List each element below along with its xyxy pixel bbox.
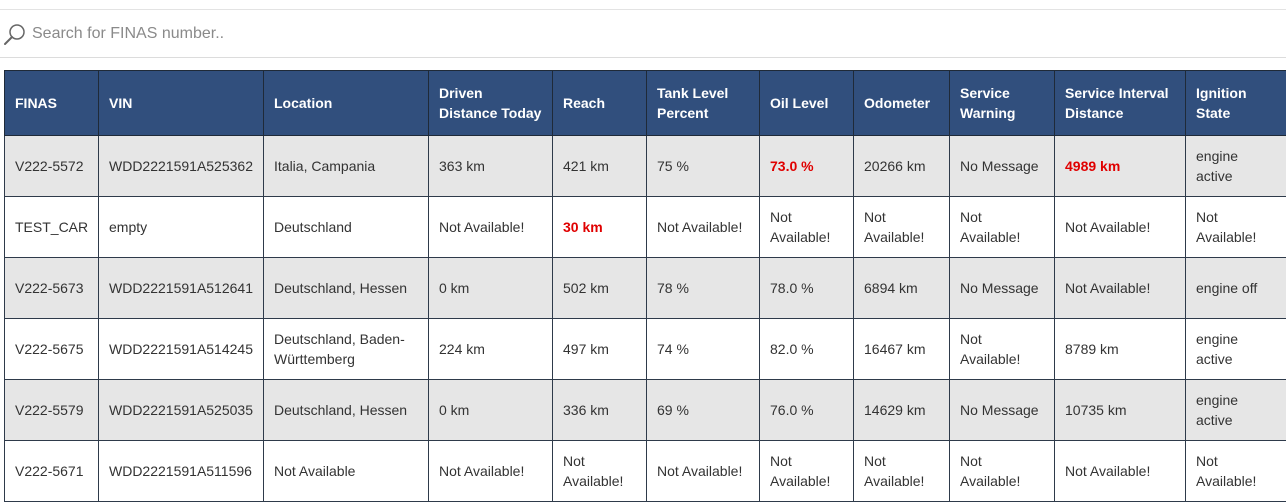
cell-ignition-state: engine active [1186, 319, 1286, 380]
cell-oil-level: 78.0 % [760, 258, 854, 319]
cell-odometer: 6894 km [854, 258, 950, 319]
cell-service-warning: Not Available! [950, 441, 1055, 502]
cell-location: Deutschland, Hessen [264, 380, 429, 441]
search-icon [2, 22, 28, 48]
cell-finas: V222-5673 [5, 258, 99, 319]
cell-tank-level-percent: Not Available! [647, 441, 760, 502]
cell-vin: WDD2221591A514245 [99, 319, 264, 380]
cell-reach: Not Available! [553, 441, 647, 502]
table-row[interactable]: TEST_CARemptyDeutschlandNot Available!30… [5, 197, 1286, 258]
cell-odometer: 16467 km [854, 319, 950, 380]
cell-driven-distance-today: 0 km [429, 380, 553, 441]
cell-vin: WDD2221591A525362 [99, 136, 264, 197]
cell-oil-level: 73.0 % [760, 136, 854, 197]
table-row[interactable]: V222-5675WDD2221591A514245Deutschland, B… [5, 319, 1286, 380]
cell-finas: V222-5572 [5, 136, 99, 197]
cell-odometer: 20266 km [854, 136, 950, 197]
cell-service-interval-distance: Not Available! [1055, 197, 1186, 258]
cell-service-warning: No Message [950, 258, 1055, 319]
table-row[interactable]: V222-5572WDD2221591A525362Italia, Campan… [5, 136, 1286, 197]
cell-reach: 336 km [553, 380, 647, 441]
cell-vin: WDD2221591A512641 [99, 258, 264, 319]
cell-reach: 421 km [553, 136, 647, 197]
cell-service-warning: No Message [950, 136, 1055, 197]
cell-driven-distance-today: 0 km [429, 258, 553, 319]
header-driven-distance-today[interactable]: Driven Distance Today [429, 71, 553, 136]
cell-tank-level-percent: 74 % [647, 319, 760, 380]
cell-service-interval-distance: Not Available! [1055, 258, 1186, 319]
table-row[interactable]: V222-5673WDD2221591A512641Deutschland, H… [5, 258, 1286, 319]
table-row[interactable]: V222-5671WDD2221591A511596Not AvailableN… [5, 441, 1286, 502]
header-odometer[interactable]: Odometer [854, 71, 950, 136]
cell-vin: empty [99, 197, 264, 258]
cell-odometer: 14629 km [854, 380, 950, 441]
cell-tank-level-percent: 69 % [647, 380, 760, 441]
table-header-row: FINAS VIN Location Driven Distance Today… [5, 71, 1286, 136]
cell-location: Italia, Campania [264, 136, 429, 197]
cell-service-interval-distance: 10735 km [1055, 380, 1186, 441]
cell-service-interval-distance: Not Available! [1055, 441, 1186, 502]
cell-vin: WDD2221591A511596 [99, 441, 264, 502]
cell-driven-distance-today: 224 km [429, 319, 553, 380]
header-service-warning[interactable]: Service Warning [950, 71, 1055, 136]
cell-oil-level: Not Available! [760, 197, 854, 258]
header-oil-level[interactable]: Oil Level [760, 71, 854, 136]
cell-reach: 497 km [553, 319, 647, 380]
cell-service-interval-distance: 8789 km [1055, 319, 1186, 380]
cell-ignition-state: engine active [1186, 380, 1286, 441]
cell-tank-level-percent: 78 % [647, 258, 760, 319]
cell-ignition-state: Not Available! [1186, 197, 1286, 258]
cell-location: Deutschland, Baden-Württemberg [264, 319, 429, 380]
cell-location: Deutschland, Hessen [264, 258, 429, 319]
cell-finas: TEST_CAR [5, 197, 99, 258]
cell-oil-level: Not Available! [760, 441, 854, 502]
cell-ignition-state: engine off [1186, 258, 1286, 319]
cell-vin: WDD2221591A525035 [99, 380, 264, 441]
cell-driven-distance-today: 363 km [429, 136, 553, 197]
cell-ignition-state: engine active [1186, 136, 1286, 197]
cell-finas: V222-5675 [5, 319, 99, 380]
cell-ignition-state: Not Available! [1186, 441, 1286, 502]
cell-reach: 30 km [553, 197, 647, 258]
cell-service-warning: Not Available! [950, 319, 1055, 380]
cell-location: Not Available [264, 441, 429, 502]
cell-tank-level-percent: Not Available! [647, 197, 760, 258]
cell-service-interval-distance: 4989 km [1055, 136, 1186, 197]
cell-service-warning: Not Available! [950, 197, 1055, 258]
vehicle-table: FINAS VIN Location Driven Distance Today… [4, 70, 1286, 502]
header-finas[interactable]: FINAS [5, 71, 99, 136]
header-ignition-state[interactable]: Ignition State [1186, 71, 1286, 136]
header-reach[interactable]: Reach [553, 71, 647, 136]
cell-driven-distance-today: Not Available! [429, 441, 553, 502]
header-vin[interactable]: VIN [99, 71, 264, 136]
cell-odometer: Not Available! [854, 197, 950, 258]
cell-location: Deutschland [264, 197, 429, 258]
cell-reach: 502 km [553, 258, 647, 319]
search-bar [0, 10, 1286, 58]
cell-oil-level: 76.0 % [760, 380, 854, 441]
cell-finas: V222-5579 [5, 380, 99, 441]
cell-service-warning: No Message [950, 380, 1055, 441]
cell-oil-level: 82.0 % [760, 319, 854, 380]
cell-tank-level-percent: 75 % [647, 136, 760, 197]
cell-finas: V222-5671 [5, 441, 99, 502]
cell-odometer: Not Available! [854, 441, 950, 502]
search-input[interactable] [32, 22, 1232, 46]
header-location[interactable]: Location [264, 71, 429, 136]
table-row[interactable]: V222-5579WDD2221591A525035Deutschland, H… [5, 380, 1286, 441]
cell-driven-distance-today: Not Available! [429, 197, 553, 258]
header-tank-level-percent[interactable]: Tank Level Percent [647, 71, 760, 136]
header-service-interval-distance[interactable]: Service Interval Distance [1055, 71, 1186, 136]
